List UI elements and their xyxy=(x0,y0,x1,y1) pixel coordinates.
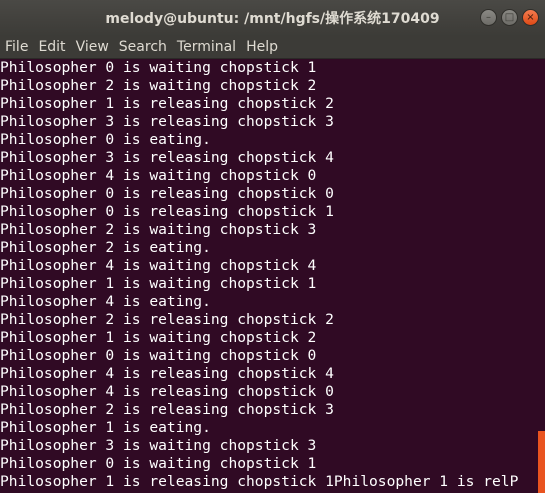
terminal-line: Philosopher 2 is eating. xyxy=(0,239,211,256)
terminal-line: Philosopher 4 is eating. xyxy=(0,293,211,310)
menu-help[interactable]: Help xyxy=(241,39,283,55)
terminal-window: melody@ubuntu: /mnt/hgfs/操作系统170409 – □ … xyxy=(0,0,545,493)
terminal-line: Philosopher 0 is eating. xyxy=(0,131,211,148)
maximize-icon[interactable]: □ xyxy=(501,9,518,26)
terminal-line: Philosopher 0 is waiting chopstick 1 xyxy=(0,455,317,472)
terminal-lines: Philosopher 0 is waiting chopstick 1 Phi… xyxy=(0,59,537,491)
scrollbar[interactable] xyxy=(537,59,545,493)
terminal-line: Philosopher 1 is waiting chopstick 2 xyxy=(0,329,317,346)
terminal-line: Philosopher 2 is releasing chopstick 2 xyxy=(0,311,334,328)
menu-file[interactable]: File xyxy=(0,39,33,55)
terminal-line: Philosopher 3 is releasing chopstick 3 xyxy=(0,113,334,130)
menu-terminal[interactable]: Terminal xyxy=(172,39,241,55)
menu-search[interactable]: Search xyxy=(114,39,172,55)
menu-view[interactable]: View xyxy=(71,39,114,55)
window-controls: – □ × xyxy=(480,9,539,26)
title-bar[interactable]: melody@ubuntu: /mnt/hgfs/操作系统170409 – □ … xyxy=(0,0,545,36)
terminal-line: Philosopher 4 is waiting chopstick 4 xyxy=(0,257,317,274)
terminal-line: Philosopher 1 is releasing chopstick 2 xyxy=(0,95,334,112)
terminal-line: Philosopher 2 is releasing chopstick 3 xyxy=(0,401,334,418)
terminal-line: Philosopher 0 is waiting chopstick 0 xyxy=(0,347,317,364)
terminal-line: Philosopher 1 is releasing chopstick 1Ph… xyxy=(0,473,519,490)
menu-edit[interactable]: Edit xyxy=(33,39,70,55)
terminal-line: Philosopher 4 is releasing chopstick 4 xyxy=(0,365,334,382)
terminal-output[interactable]: Philosopher 0 is waiting chopstick 1 Phi… xyxy=(0,59,537,493)
terminal-line: Philosopher 1 is eating. xyxy=(0,419,211,436)
terminal-line: Philosopher 4 is waiting chopstick 0 xyxy=(0,167,317,184)
terminal-line: Philosopher 1 is waiting chopstick 1 xyxy=(0,275,317,292)
terminal-line: Philosopher 2 is waiting chopstick 3 xyxy=(0,221,317,238)
close-icon[interactable]: × xyxy=(522,9,539,26)
terminal-line: Philosopher 2 is waiting chopstick 2 xyxy=(0,77,317,94)
menu-bar: File Edit View Search Terminal Help xyxy=(0,36,545,59)
terminal-line: Philosopher 0 is releasing chopstick 0 xyxy=(0,185,334,202)
terminal-line: Philosopher 3 is releasing chopstick 4 xyxy=(0,149,334,166)
scrollbar-thumb[interactable] xyxy=(538,431,545,493)
terminal-line: Philosopher 0 is releasing chopstick 1 xyxy=(0,203,334,220)
window-title: melody@ubuntu: /mnt/hgfs/操作系统170409 xyxy=(105,11,440,27)
minimize-icon[interactable]: – xyxy=(480,9,497,26)
terminal-line: Philosopher 0 is waiting chopstick 1 xyxy=(0,59,317,76)
terminal-line: Philosopher 3 is waiting chopstick 3 xyxy=(0,437,317,454)
terminal-line: Philosopher 4 is releasing chopstick 0 xyxy=(0,383,334,400)
